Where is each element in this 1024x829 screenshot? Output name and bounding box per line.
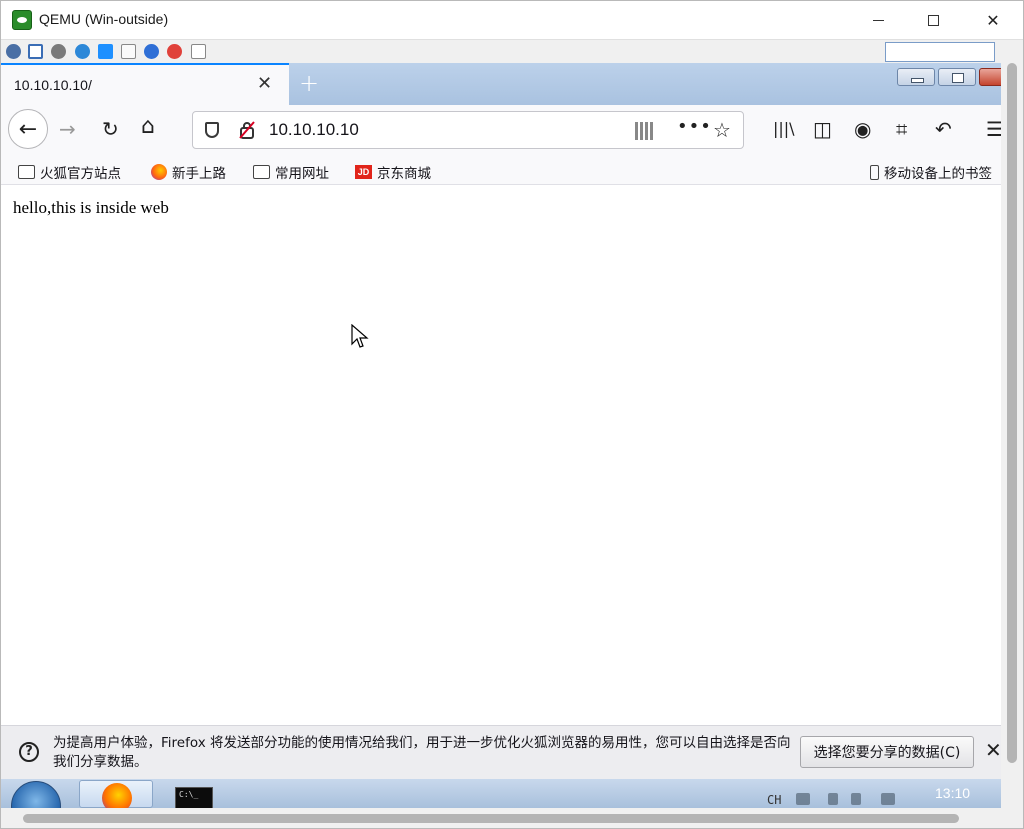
bookmark-label: 常用网址 xyxy=(275,166,329,182)
gear-icon[interactable] xyxy=(51,44,66,59)
account-button[interactable]: ◉ xyxy=(854,117,871,141)
library-button[interactable]: |||\ xyxy=(773,119,795,138)
tab-active[interactable]: 10.10.10.10/ ✕ xyxy=(1,63,289,105)
bookmark-item[interactable]: 火狐官方站点 xyxy=(18,162,121,182)
url-text[interactable]: 10.10.10.10 xyxy=(269,120,359,140)
help-icon: ? xyxy=(19,742,39,762)
minimize-button[interactable] xyxy=(851,1,905,39)
back-button[interactable]: ← xyxy=(8,109,48,149)
taskbar-cmd-button[interactable]: C:\_ xyxy=(175,787,213,808)
forward-button[interactable]: → xyxy=(59,117,76,141)
arrow-up-icon[interactable] xyxy=(851,793,861,805)
bookmark-item[interactable]: 新手上路 xyxy=(151,162,226,182)
home-button[interactable]: ⌂ xyxy=(141,114,155,139)
window-icon[interactable] xyxy=(828,793,838,805)
start-button[interactable] xyxy=(11,781,61,808)
menu-button[interactable]: ☰ xyxy=(986,117,1001,141)
guest-screen[interactable]: 10.10.10.10/ ✕ + ← → ↻ ⌂ 10.10.10.10 •••… xyxy=(1,63,1001,808)
volume-icon[interactable] xyxy=(881,793,895,805)
settings-icon[interactable] xyxy=(6,44,21,59)
firefox-tabstrip: 10.10.10.10/ ✕ + xyxy=(1,63,1001,105)
scrollbar-thumb[interactable] xyxy=(1007,63,1017,763)
guest-taskbar: C:\_ CH 13:10 xyxy=(1,779,1001,808)
new-tab-button[interactable]: + xyxy=(299,69,319,97)
scrollbar-thumb[interactable] xyxy=(23,814,959,823)
url-bar[interactable]: 10.10.10.10 ••• ☆ xyxy=(192,111,744,149)
system-tray xyxy=(796,793,906,807)
undo-button[interactable]: ↶ xyxy=(935,117,952,141)
close-button[interactable]: ✕ xyxy=(966,1,1020,39)
insecure-lock-icon[interactable] xyxy=(239,121,255,139)
tracking-shield-icon[interactable] xyxy=(205,122,219,138)
minimize-icon xyxy=(872,19,884,21)
bookmark-label: 移动设备上的书签 xyxy=(884,166,992,182)
bookmark-label: 火狐官方站点 xyxy=(40,166,121,182)
info-icon[interactable] xyxy=(144,44,159,59)
screenshot-button[interactable]: ⌗ xyxy=(896,117,907,141)
horizontal-scrollbar[interactable] xyxy=(1,808,1023,828)
qemu-toolbar-field[interactable] xyxy=(885,42,995,62)
reset-icon[interactable] xyxy=(191,44,206,59)
folder-icon xyxy=(18,165,35,179)
qemu-app-icon xyxy=(12,10,32,30)
language-indicator[interactable]: CH xyxy=(767,793,781,807)
refresh-icon[interactable] xyxy=(75,44,90,59)
tab-title: 10.10.10.10/ xyxy=(14,77,92,93)
bookmarks-toolbar: 火狐官方站点 新手上路 常用网址 JD 京东商城 移动设备上的书签 xyxy=(1,157,1001,185)
qemu-titlebar[interactable]: QEMU (Win-outside) ✕ xyxy=(1,1,1023,39)
folder-icon xyxy=(253,165,270,179)
guest-close-button[interactable] xyxy=(979,68,1001,86)
network-icon[interactable] xyxy=(796,793,810,805)
page-actions-button[interactable]: ••• xyxy=(677,116,712,137)
firefox-icon xyxy=(151,164,167,180)
windows-icon[interactable] xyxy=(98,44,113,59)
mobile-icon xyxy=(870,164,879,180)
taskbar-firefox-button[interactable] xyxy=(79,780,153,808)
guest-restore-button[interactable] xyxy=(938,68,976,86)
qr-code-icon[interactable] xyxy=(635,122,653,140)
document-icon[interactable] xyxy=(121,44,136,59)
mobile-bookmarks-folder[interactable]: 移动设备上的书签 xyxy=(870,162,992,182)
bookmark-label: 新手上路 xyxy=(172,166,226,182)
back-arrow-icon: ← xyxy=(18,116,38,142)
choose-data-button[interactable]: 选择您要分享的数据(C) xyxy=(800,736,974,768)
jd-icon: JD xyxy=(355,165,372,179)
bookmark-label: 京东商城 xyxy=(377,166,431,182)
qemu-window: QEMU (Win-outside) ✕ 10.10.10.10/ ✕ + ← … xyxy=(0,0,1024,829)
maximize-icon xyxy=(927,14,939,26)
fullscreen-icon[interactable] xyxy=(28,44,43,59)
bookmark-item[interactable]: JD 京东商城 xyxy=(355,162,431,182)
bookmark-item[interactable]: 常用网址 xyxy=(253,162,329,182)
guest-minimize-button[interactable] xyxy=(897,68,935,86)
clock[interactable]: 13:10 xyxy=(935,785,970,801)
notification-text: 为提高用户体验，Firefox 将发送部分功能的使用情况给我们，用于进一步优化火… xyxy=(53,735,791,770)
qemu-toolbar xyxy=(1,39,1023,63)
maximize-button[interactable] xyxy=(906,1,960,39)
notification-close-icon[interactable]: ✕ xyxy=(985,738,1001,762)
close-icon: ✕ xyxy=(986,10,1000,30)
bookmark-star-icon[interactable]: ☆ xyxy=(713,118,731,142)
qemu-window-title: QEMU (Win-outside) xyxy=(39,11,169,27)
tab-close-icon[interactable]: ✕ xyxy=(257,73,272,94)
sidebar-button[interactable]: ◫ xyxy=(813,117,832,141)
vertical-scrollbar[interactable] xyxy=(1001,63,1023,808)
telemetry-notification-bar: ? 为提高用户体验，Firefox 将发送部分功能的使用情况给我们，用于进一步优… xyxy=(1,725,1001,779)
reload-button[interactable]: ↻ xyxy=(102,117,119,141)
firefox-navbar: ← → ↻ ⌂ 10.10.10.10 ••• ☆ |||\ ◫ ◉ ⌗ ↶ xyxy=(1,105,1001,157)
page-content[interactable]: hello,this is inside web xyxy=(1,185,1001,725)
stop-icon[interactable] xyxy=(167,44,182,59)
page-body-text: hello,this is inside web xyxy=(13,198,169,217)
mouse-cursor-icon xyxy=(351,324,369,348)
